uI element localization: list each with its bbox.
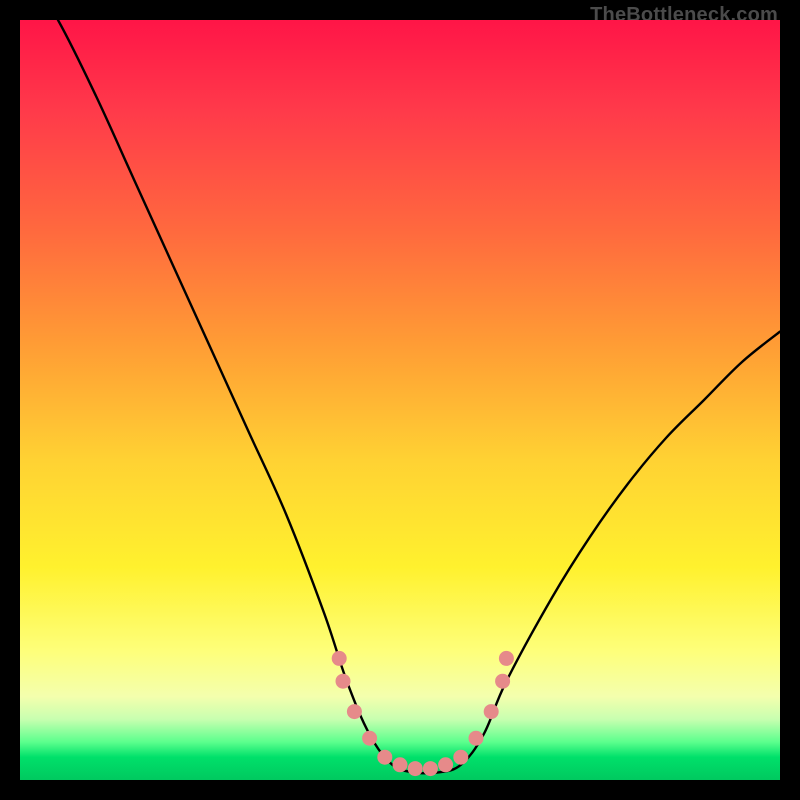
marker-dot	[438, 757, 453, 772]
marker-dot	[453, 750, 468, 765]
marker-dot	[423, 761, 438, 776]
marker-dot	[362, 731, 377, 746]
curve-layer	[20, 20, 780, 780]
marker-dot	[332, 651, 347, 666]
marker-dot	[393, 757, 408, 772]
marker-dot	[408, 761, 423, 776]
marker-dot	[377, 750, 392, 765]
marker-dot	[495, 674, 510, 689]
marker-dot	[469, 731, 484, 746]
marker-dot	[347, 704, 362, 719]
bottleneck-curve	[20, 20, 780, 773]
curve-markers	[332, 651, 514, 776]
marker-dot	[484, 704, 499, 719]
marker-dot	[499, 651, 514, 666]
marker-dot	[336, 674, 351, 689]
plot-area	[20, 20, 780, 780]
chart-frame: TheBottleneck.com	[0, 0, 800, 800]
